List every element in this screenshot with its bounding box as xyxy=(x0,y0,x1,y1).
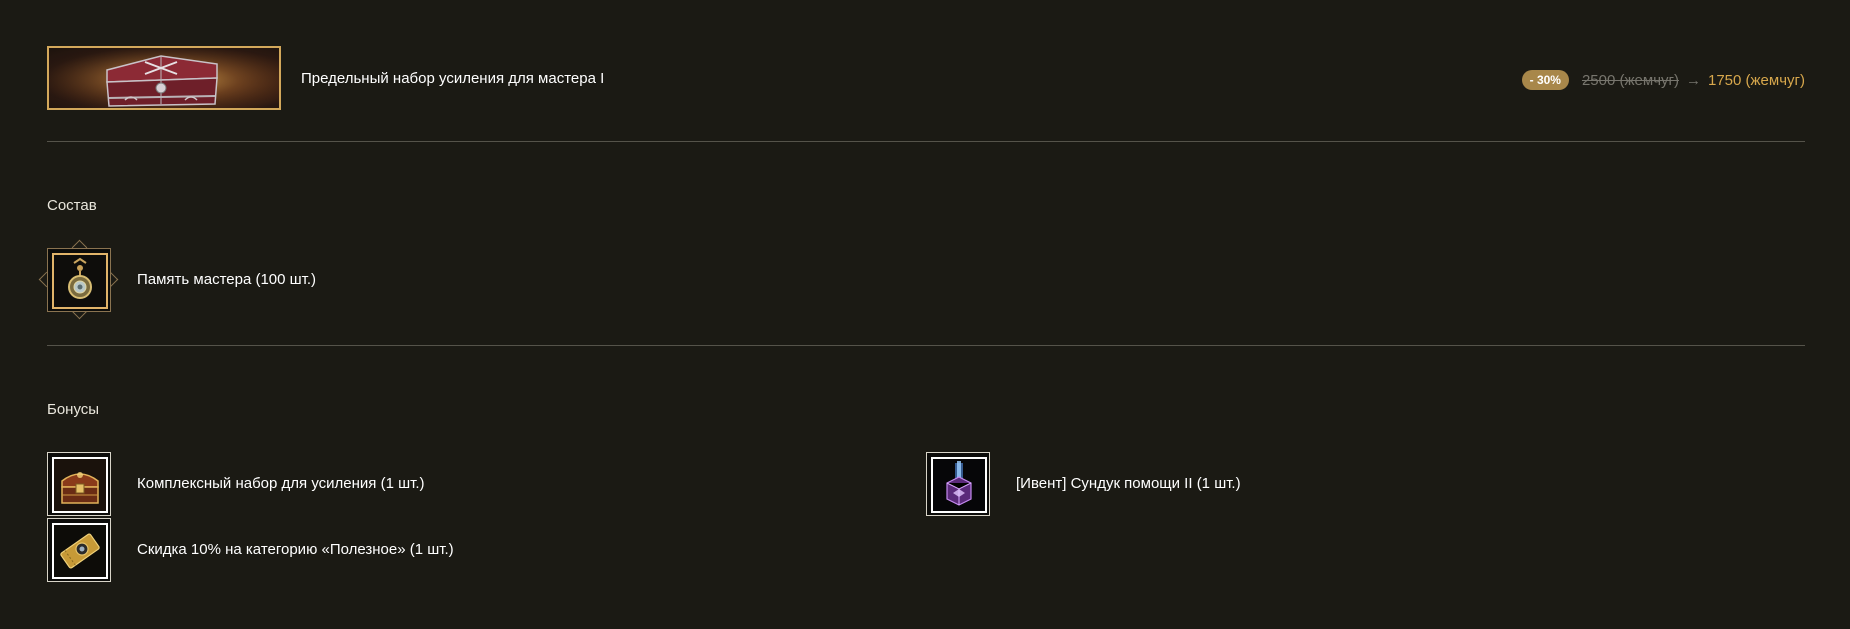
bonus-item[interactable]: [Ивент] Сундук помощи II (1 шт.) xyxy=(926,452,1526,518)
discount-badge: - 30% xyxy=(1521,70,1569,90)
composition-title: Состав xyxy=(47,197,97,214)
golden-coupon-icon xyxy=(54,525,106,577)
bonus-item[interactable]: Скидка 10% на категорию «Полезное» (1 шт… xyxy=(47,518,647,584)
old-price: 2500 (жемчуг) xyxy=(1581,71,1679,89)
new-price: 1750 (жемчуг) xyxy=(1707,71,1805,89)
item-label: [Ивент] Сундук помощи II (1 шт.) xyxy=(1016,475,1241,492)
treasure-chest-icon xyxy=(54,459,106,511)
divider xyxy=(47,141,1805,142)
price-box: - 30% 2500 (жемчуг) → 1750 (жемчуг) xyxy=(1521,70,1805,90)
divider xyxy=(47,345,1805,346)
item-icon-box xyxy=(931,457,987,513)
treasure-chest-icon xyxy=(49,48,279,108)
pendant-amulet-icon xyxy=(54,255,106,307)
bonuses-title: Бонусы xyxy=(47,401,100,418)
product-title: Предельный набор усиления для мастера I xyxy=(301,70,605,87)
purple-crystal-box-icon xyxy=(933,459,985,511)
item-frame xyxy=(47,518,111,582)
item-frame xyxy=(47,248,111,312)
bonus-item[interactable]: Комплексный набор для усиления (1 шт.) xyxy=(47,452,647,518)
composition-item[interactable]: Память мастера (100 шт.) xyxy=(38,239,447,320)
product-thumbnail xyxy=(47,46,281,110)
item-label: Скидка 10% на категорию «Полезное» (1 шт… xyxy=(137,541,454,558)
item-frame xyxy=(47,452,111,516)
item-frame xyxy=(926,452,990,516)
item-icon-box xyxy=(52,253,108,309)
item-icon-box xyxy=(52,457,108,513)
item-label: Комплексный набор для усиления (1 шт.) xyxy=(137,475,425,492)
item-label: Память мастера (100 шт.) xyxy=(137,271,317,288)
product-header: Предельный набор усиления для мастера I … xyxy=(47,46,1805,110)
price-arrow: → xyxy=(1685,71,1701,89)
item-icon-box xyxy=(52,523,108,579)
